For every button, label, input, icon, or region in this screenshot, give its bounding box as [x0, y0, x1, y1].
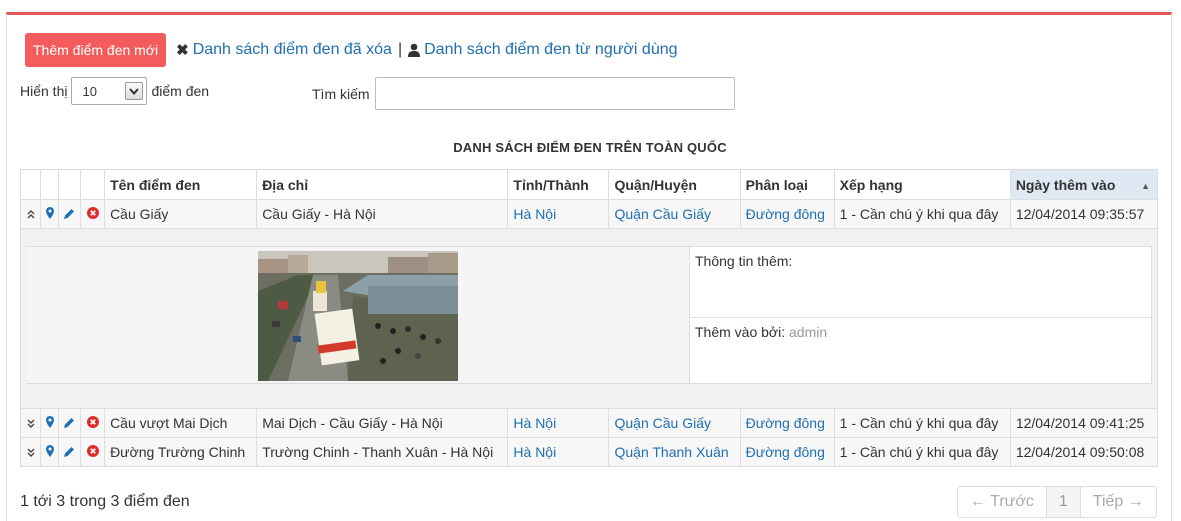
header-edit [58, 169, 82, 200]
close-icon: ✖ [176, 42, 189, 59]
type-link[interactable]: Đường đông [746, 444, 825, 460]
cell-rank: 1 - Cần chú ý khi qua đây [833, 199, 1011, 229]
length-menu: Hiển thị 10 điểm đen [20, 77, 209, 105]
cell-address: Mai Dịch - Cầu Giấy - Hà Nội [256, 408, 509, 438]
cell-type: Đường đông [739, 437, 835, 467]
cell-district: Quận Thanh Xuân [608, 437, 741, 467]
cell-name: Đường Trường Chinh [104, 437, 258, 467]
table-title: DANH SÁCH ĐIỂM ĐEN TRÊN TOÀN QUỐC [453, 140, 727, 155]
col-type[interactable]: Phân loại [739, 169, 835, 200]
map-marker-icon[interactable] [40, 408, 60, 438]
toolbar: Thêm điểm đen mới ✖ Danh sách điểm đen đ… [25, 33, 678, 67]
next-page-button[interactable]: Tiếp → [1081, 487, 1156, 517]
extra-info-label: Thông tin thêm: [695, 253, 793, 269]
province-link[interactable]: Hà Nội [513, 415, 556, 431]
cell-date: 12/04/2014 09:35:57 [1009, 199, 1159, 229]
col-district[interactable]: Quận/Huyện [608, 169, 741, 200]
extra-info: Thông tin thêm: [690, 247, 1151, 318]
cell-address: Trường Chinh - Thanh Xuân - Hà Nội [256, 437, 509, 467]
table-info: 1 tới 3 trong 3 điểm đen [20, 493, 190, 510]
col-date-label: Ngày thêm vào [1015, 176, 1116, 193]
type-link[interactable]: Đường đông [746, 206, 825, 222]
add-blackspot-button[interactable]: Thêm điểm đen mới [25, 33, 167, 67]
length-suffix: điểm đen [151, 83, 210, 99]
cell-address: Cầu Giấy - Hà Nội [256, 199, 509, 229]
chevron-down-icon [125, 82, 144, 100]
added-by-value: admin [789, 324, 828, 340]
pagination: ← Trước 1 Tiếp → [957, 486, 1157, 518]
header-map [40, 169, 60, 200]
cell-province: Hà Nội [507, 199, 610, 229]
prev-page-button[interactable]: ← Trước [958, 487, 1046, 517]
added-by-label: Thêm vào bởi: [695, 324, 786, 340]
col-date-sorted[interactable]: Ngày thêm vào ▲ [1009, 169, 1159, 200]
search-label: Tìm kiếm [312, 85, 370, 102]
province-link[interactable]: Hà Nội [513, 444, 556, 460]
deleted-list-link[interactable]: Danh sách điểm đen đã xóa [193, 41, 392, 59]
col-address[interactable]: Địa chỉ [256, 169, 509, 200]
edit-pencil-icon[interactable] [58, 408, 82, 438]
cell-type: Đường đông [739, 408, 835, 438]
cell-province: Hà Nội [507, 437, 610, 467]
user-list-link[interactable]: Danh sách điểm đen từ người dùng [424, 41, 677, 59]
edit-pencil-icon[interactable] [58, 437, 82, 467]
page-number-button[interactable]: 1 [1045, 487, 1081, 517]
district-link[interactable]: Quận Cầu Giấy [614, 415, 711, 431]
cell-rank: 1 - Cần chú ý khi qua đây [833, 437, 1011, 467]
col-rank[interactable]: Xếp hạng [833, 169, 1011, 200]
header-expand [19, 169, 42, 200]
delete-icon[interactable] [80, 437, 106, 467]
cell-province: Hà Nội [507, 408, 610, 438]
map-marker-icon[interactable] [40, 199, 60, 229]
province-link[interactable]: Hà Nội [513, 206, 556, 222]
main-panel: Thêm điểm đen mới ✖ Danh sách điểm đen đ… [6, 12, 1172, 521]
cell-name: Cầu vượt Mai Dịch [104, 408, 258, 438]
expand-icon[interactable] [19, 408, 42, 438]
col-province[interactable]: Tỉnh/Thành [507, 169, 610, 200]
detail-cell: Thông tin thêm: Thêm vào bởi: admin [20, 228, 1158, 409]
cell-date: 12/04/2014 09:50:08 [1009, 437, 1159, 467]
cell-name: Cầu Giấy [104, 199, 258, 229]
link-separator: | [397, 41, 403, 58]
cell-type: Đường đông [739, 199, 835, 229]
table-header: Tên điểm đen Địa chỉ Tỉnh/Thành Quận/Huy… [19, 169, 1159, 200]
col-name[interactable]: Tên điểm đen [104, 169, 258, 200]
district-link[interactable]: Quận Thanh Xuân [614, 444, 728, 460]
table-row: Cầu vượt Mai Dịch Mai Dịch - Cầu Giấy - … [19, 408, 1159, 438]
search-input[interactable] [374, 77, 735, 110]
page-length-value: 10 [82, 83, 97, 99]
cell-district: Quận Cầu Giấy [608, 199, 741, 229]
detail-info-panel: Thông tin thêm: Thêm vào bởi: admin [689, 246, 1152, 384]
type-link[interactable]: Đường đông [746, 415, 825, 431]
delete-icon[interactable] [80, 199, 106, 229]
collapse-icon[interactable] [19, 199, 42, 229]
row-detail: Thông tin thêm: Thêm vào bởi: admin [20, 228, 1158, 409]
detail-image-area [26, 246, 690, 384]
table-row: Đường Trường Chinh Trường Chinh - Thanh … [19, 437, 1159, 467]
expand-icon[interactable] [19, 437, 42, 467]
blackspot-table: Tên điểm đen Địa chỉ Tỉnh/Thành Quận/Huy… [19, 169, 1159, 467]
cell-date: 12/04/2014 09:41:25 [1009, 408, 1159, 438]
edit-pencil-icon[interactable] [58, 199, 82, 229]
user-icon [408, 43, 421, 57]
length-prefix: Hiển thị [20, 83, 68, 99]
sort-asc-icon: ▲ [1141, 181, 1150, 191]
page-length-select[interactable]: 10 [71, 77, 148, 105]
district-link[interactable]: Quận Cầu Giấy [614, 206, 711, 222]
toolbar-links: ✖ Danh sách điểm đen đã xóa | Danh sách … [176, 41, 677, 59]
header-delete [80, 169, 106, 200]
cell-district: Quận Cầu Giấy [608, 408, 741, 438]
cell-rank: 1 - Cần chú ý khi qua đây [833, 408, 1011, 438]
delete-icon[interactable] [80, 408, 106, 438]
search-box: Tìm kiếm [312, 77, 735, 110]
map-marker-icon[interactable] [40, 437, 60, 467]
blackspot-photo [258, 251, 458, 381]
table-row: Cầu Giấy Cầu Giấy - Hà Nội Hà Nội Quận C… [19, 199, 1159, 229]
added-by: Thêm vào bởi: admin [690, 318, 1151, 346]
